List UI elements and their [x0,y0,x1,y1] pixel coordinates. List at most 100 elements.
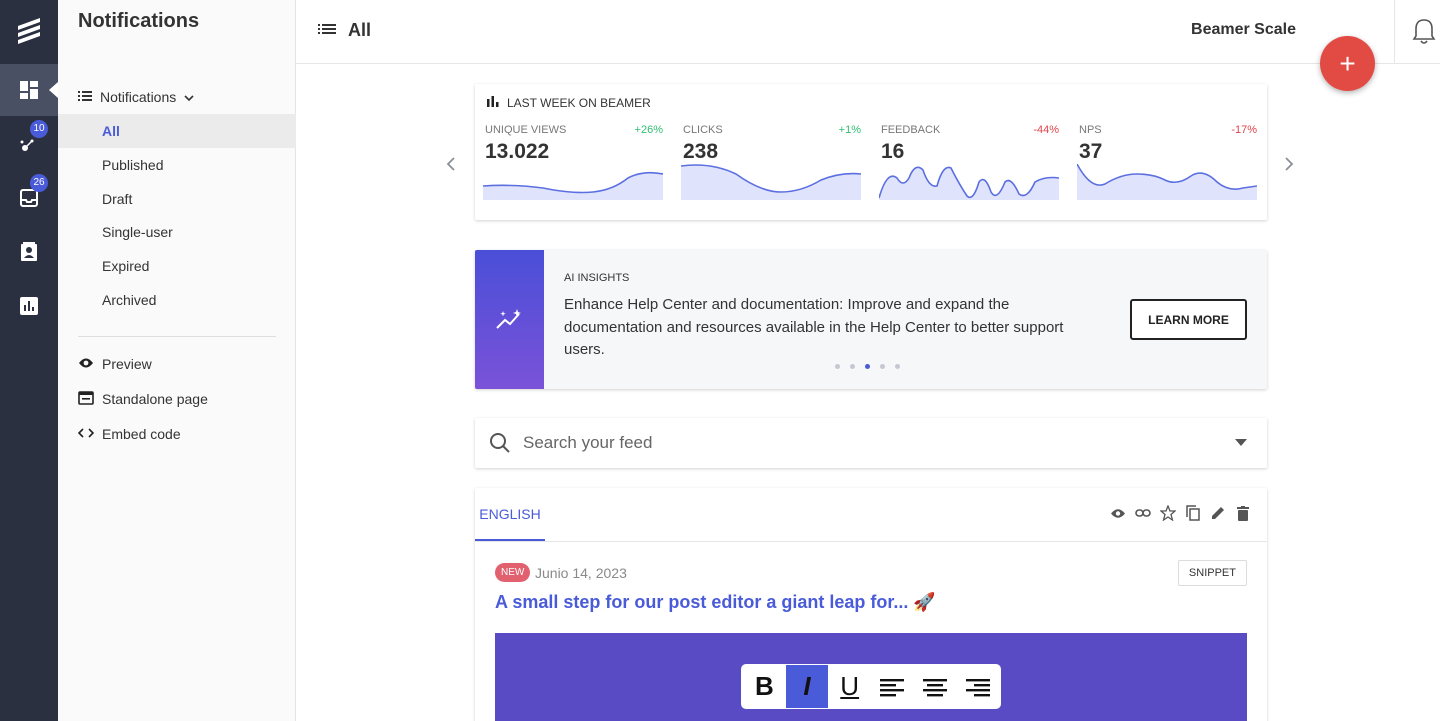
page-title-group: All [318,20,371,41]
underline-icon: U [840,671,860,701]
copy-icon[interactable] [1185,504,1201,522]
beamer-logo-icon[interactable] [0,0,58,62]
tab-divider [475,541,1267,542]
unique-views-sparkline [483,171,663,200]
ai-sparkle-icon [475,250,544,389]
inbox-nav-icon[interactable]: 26 [0,172,58,224]
notifications-group-toggle[interactable]: Notifications [78,86,194,108]
feed-search-bar [475,418,1267,468]
sidebar-title: Notifications [78,10,200,32]
carousel-dot[interactable] [835,364,840,369]
create-post-button[interactable]: + [1320,36,1375,91]
feedback-sparkline [879,166,1059,200]
tab-english[interactable]: ENGLISH [475,488,545,541]
top-header: All Beamer Scale [296,0,1440,64]
chevron-down-icon [184,89,194,105]
stat-label: FEEDBACK [881,124,941,136]
app-rail: 10 26 [0,0,58,721]
stat-delta: -17% [1231,124,1257,136]
analytics-nav-icon[interactable] [0,280,58,332]
sidebar: Notifications Notifications All Publishe… [58,0,296,721]
search-icon [489,432,511,459]
contacts-nav-icon[interactable] [0,226,58,278]
carousel-dot[interactable] [895,364,900,369]
preview-link[interactable]: Preview [78,353,152,375]
sidebar-item-single-user[interactable]: Single-user [58,215,296,249]
ai-kicker: AI INSIGHTS [564,272,630,284]
carousel-dot-active[interactable] [865,364,870,369]
embed-code-link[interactable]: Embed code [77,423,181,445]
snippet-tag[interactable]: SNIPPET [1177,560,1247,586]
stat-value: 37 [1079,140,1103,163]
sidebar-item-all[interactable]: All [58,114,296,148]
post-actions [1110,504,1251,522]
campaigns-badge: 10 [30,120,48,138]
filter-dropdown-icon[interactable] [1235,439,1247,446]
post-title[interactable]: A small step for our post editor a giant… [495,592,936,613]
stat-label: NPS [1079,124,1102,136]
stat-value: 16 [881,140,905,163]
eye-icon[interactable] [1110,504,1126,522]
stat-nps[interactable]: NPS -17% 37 [1077,122,1257,214]
stats-card: LAST WEEK ON BEAMER UNIQUE VIEWS +26% 13… [475,84,1267,220]
post-card: ENGLISH NEW Junio 14, 2023 SNIPPET A sma… [475,488,1267,721]
bar-chart-icon [487,96,499,110]
stat-unique-views[interactable]: UNIQUE VIEWS +26% 13.022 [483,122,663,214]
clicks-sparkline [681,164,861,200]
workspace-name[interactable]: Beamer Scale [1191,21,1296,39]
align-right-icon [956,665,999,708]
header-divider [1394,0,1395,64]
carousel-dots [835,364,900,369]
standalone-page-link[interactable]: Standalone page [78,388,208,410]
search-input[interactable] [523,428,1203,458]
sidebar-divider [78,336,276,337]
stat-label: CLICKS [683,124,723,136]
page-title: All [348,20,372,40]
embed-code-link-label: Embed code [102,426,181,442]
nps-sparkline [1077,164,1257,200]
stat-delta: +1% [838,124,861,136]
link-icon[interactable] [1135,504,1151,522]
align-left-icon [871,665,914,708]
align-center-icon [914,665,957,708]
post-hero-image: B I U [495,633,1247,721]
sidebar-item-expired[interactable]: Expired [58,249,296,283]
stats-header: LAST WEEK ON BEAMER [487,96,651,110]
stat-feedback[interactable]: FEEDBACK -44% 16 [879,122,1059,214]
stat-label: UNIQUE VIEWS [485,124,567,136]
editor-toolbar-illustration: B I U [741,664,1001,709]
sidebar-item-draft[interactable]: Draft [58,182,296,216]
ai-insight-text: Enhance Help Center and documentation: I… [564,296,1064,358]
stats-prev-icon[interactable] [446,156,456,177]
stats-title: LAST WEEK ON BEAMER [507,96,651,110]
ai-insights-card: AI INSIGHTS Enhance Help Center and docu… [475,250,1267,389]
stat-delta: -44% [1033,124,1059,136]
sidebar-item-published[interactable]: Published [58,148,296,182]
trash-icon[interactable] [1235,504,1251,522]
new-badge: NEW [495,563,531,582]
notifications-group-label: Notifications [100,89,177,105]
post-date: Junio 14, 2023 [535,565,627,581]
bold-icon: B [754,671,774,701]
stat-value: 238 [683,140,719,163]
sidebar-item-archived[interactable]: Archived [58,283,296,317]
standalone-page-link-label: Standalone page [102,391,208,407]
eye-icon [78,356,94,372]
bell-icon[interactable] [1412,17,1436,50]
inbox-badge: 26 [30,174,48,192]
main-content: LAST WEEK ON BEAMER UNIQUE VIEWS +26% 13… [296,64,1440,721]
list-icon[interactable] [318,20,336,41]
stat-delta: +26% [634,124,663,136]
stat-value: 13.022 [485,140,550,163]
carousel-dot[interactable] [880,364,885,369]
carousel-dot[interactable] [850,364,855,369]
star-icon[interactable] [1160,504,1176,522]
campaigns-nav-icon[interactable]: 10 [0,118,58,170]
window-icon [78,390,94,408]
learn-more-button[interactable]: LEARN MORE [1130,299,1247,340]
edit-icon[interactable] [1210,504,1226,522]
list-icon [78,89,92,105]
stat-clicks[interactable]: CLICKS +1% 238 [681,122,861,214]
dashboard-nav-icon[interactable] [0,64,58,116]
stats-next-icon[interactable] [1284,156,1294,177]
